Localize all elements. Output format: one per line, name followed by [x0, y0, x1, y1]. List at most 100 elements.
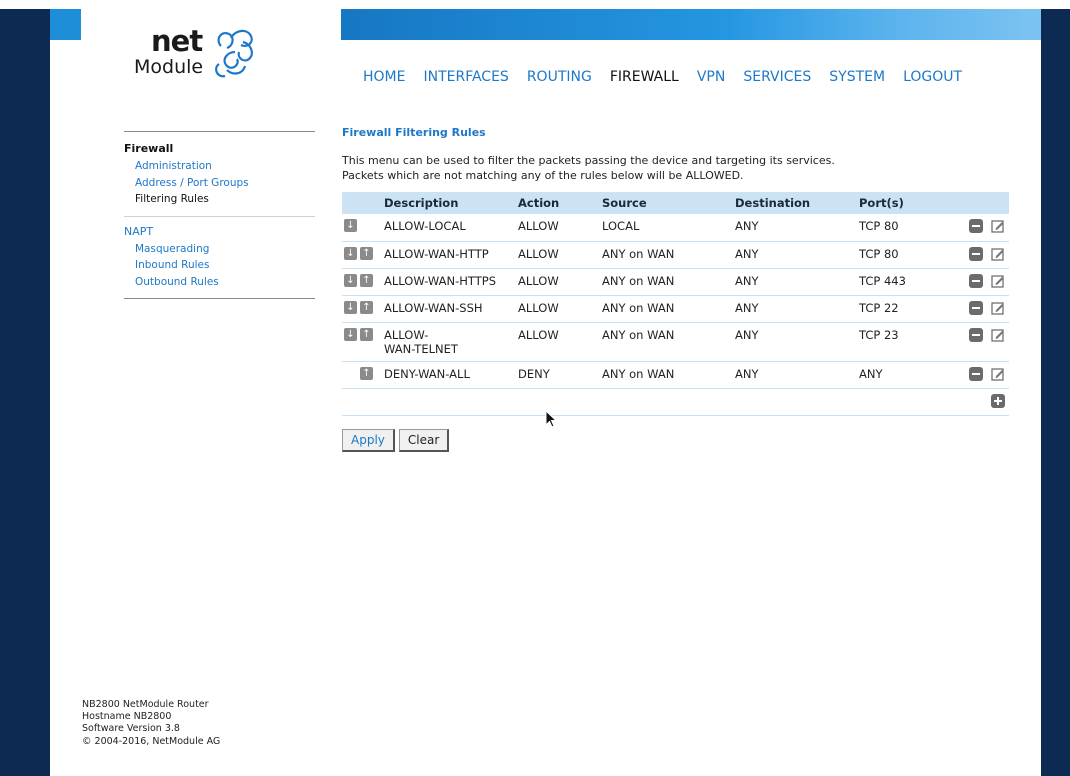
cell-source: LOCAL: [602, 214, 735, 242]
remove-icon[interactable]: [969, 327, 983, 342]
add-rule-icon[interactable]: [991, 393, 1005, 408]
device-model: NB2800 NetModule Router: [82, 699, 209, 710]
sidebar-item-administration[interactable]: Administration: [124, 158, 315, 175]
description-line: Packets which are not matching any of th…: [342, 169, 744, 182]
row-actions: [949, 241, 1009, 269]
move-down-icon[interactable]: ↓: [344, 246, 357, 260]
sidebar-item-inbound-rules[interactable]: Inbound Rules: [124, 257, 315, 274]
edit-icon[interactable]: [991, 367, 1005, 381]
cell-description: ALLOW-WAN-HTTPS: [384, 268, 518, 296]
sidebar-heading-napt[interactable]: NAPT: [124, 225, 315, 238]
software-version: Software Version 3.8: [82, 723, 180, 735]
nav-routing[interactable]: ROUTING: [527, 69, 592, 85]
move-up-icon[interactable]: ↑: [360, 327, 373, 341]
move-up-icon[interactable]: ↑: [360, 366, 373, 380]
cell-ports: TCP 80: [859, 214, 949, 242]
mouse-pointer-icon: [545, 410, 558, 428]
cell-source: ANY on WAN: [602, 268, 735, 296]
move-cell: ↓ ↑: [342, 322, 384, 362]
cell-destination: ANY: [735, 322, 859, 362]
cell-ports: TCP 443: [859, 268, 949, 296]
move-down-icon[interactable]: ↓: [344, 273, 357, 287]
remove-icon[interactable]: [969, 300, 983, 315]
row-actions: [949, 322, 1009, 362]
sidebar-heading-firewall[interactable]: Firewall: [124, 142, 315, 155]
form-buttons: Apply Clear: [342, 429, 450, 452]
header-action: Action: [518, 192, 602, 214]
description-line: This menu can be used to filter the pack…: [342, 154, 835, 167]
header-source: Source: [602, 192, 735, 214]
nav-vpn[interactable]: VPN: [697, 69, 726, 85]
sidebar-divider: [124, 298, 315, 299]
edit-icon[interactable]: [991, 274, 1005, 288]
table-row: ↓ ↑ ALLOW-WAN-SSH ALLOW ANY on WAN ANY TC…: [342, 295, 1009, 323]
description-line: WAN-TELNET: [384, 341, 458, 356]
cell-ports: ANY: [859, 361, 949, 389]
nav-system[interactable]: SYSTEM: [829, 69, 885, 85]
move-up-icon[interactable]: ↑: [360, 300, 373, 314]
sidebar-item-address-port-groups[interactable]: Address / Port Groups: [124, 175, 315, 192]
cell-destination: ANY: [735, 361, 859, 389]
remove-icon[interactable]: [969, 273, 983, 288]
table-row: ↓ ↑ ALLOW- WAN-TELNET ALLOW ANY on WAN AN…: [342, 322, 1009, 362]
sidebar-item-outbound-rules[interactable]: Outbound Rules: [124, 274, 315, 291]
table-row: ↓ ↑ ALLOW-WAN-HTTPS ALLOW ANY on WAN ANY …: [342, 268, 1009, 296]
copyright: © 2004-2016, NetModule AG: [82, 735, 221, 747]
nav-home[interactable]: HOME: [363, 69, 405, 85]
cell-destination: ANY: [735, 295, 859, 323]
edit-icon[interactable]: [991, 219, 1005, 233]
row-actions: [949, 361, 1009, 389]
edit-icon[interactable]: [991, 301, 1005, 315]
table-header-row: Description Action Source Destination Po…: [342, 192, 1009, 214]
nav-services[interactable]: SERVICES: [743, 69, 811, 85]
sidebar-section-napt: NAPT Masquerading Inbound Rules Outbound…: [124, 217, 315, 299]
move-up-icon[interactable]: ↑: [360, 246, 373, 260]
move-down-icon[interactable]: ↓: [344, 300, 357, 314]
frame-right: [1041, 9, 1070, 776]
move-cell: ↓ ↑: [342, 295, 384, 323]
cell-source: ANY on WAN: [602, 361, 735, 389]
remove-icon[interactable]: [969, 219, 983, 233]
cell-source: ANY on WAN: [602, 241, 735, 269]
logo-net-text: net: [151, 24, 203, 58]
page-description: This menu can be used to filter the pack…: [342, 153, 1010, 183]
row-actions: [949, 295, 1009, 323]
page-title: Firewall Filtering Rules: [342, 126, 486, 139]
header-move: [342, 192, 384, 214]
move-down-icon[interactable]: ↓: [344, 219, 357, 232]
add-row: [342, 388, 1009, 416]
frame-top: [0, 0, 1070, 9]
nav-firewall[interactable]: FIREWALL: [610, 69, 679, 85]
cell-destination: ANY: [735, 214, 859, 242]
sidebar: Firewall Administration Address / Port G…: [124, 131, 315, 299]
nav-interfaces[interactable]: INTERFACES: [423, 69, 508, 85]
cell-source: ANY on WAN: [602, 322, 735, 362]
remove-icon[interactable]: [969, 246, 983, 261]
cell-ports: TCP 22: [859, 295, 949, 323]
table-row: ↓ ALLOW-LOCAL ALLOW LOCAL ANY TCP 80: [342, 214, 1009, 242]
sidebar-section-firewall: Firewall Administration Address / Port G…: [124, 132, 315, 216]
apply-button[interactable]: Apply: [342, 429, 395, 452]
cell-description: ALLOW-WAN-SSH: [384, 295, 518, 323]
sidebar-item-masquerading[interactable]: Masquerading: [124, 241, 315, 258]
sidebar-item-filtering-rules[interactable]: Filtering Rules: [124, 191, 315, 208]
cell-description: ALLOW-WAN-HTTP: [384, 241, 518, 269]
move-down-icon[interactable]: ↓: [344, 327, 357, 341]
cell-action: ALLOW: [518, 214, 602, 242]
table-row: ↓ ↑ ALLOW-WAN-HTTP ALLOW ANY on WAN ANY T…: [342, 241, 1009, 269]
device-info: NB2800 NetModule Router Hostname NB2800 …: [82, 699, 220, 748]
clear-button[interactable]: Clear: [398, 429, 450, 452]
main-content: Firewall Filtering Rules This menu can b…: [342, 126, 1010, 416]
move-up-icon[interactable]: ↑: [360, 273, 373, 287]
header-description: Description: [384, 192, 518, 214]
banner-left: [50, 9, 81, 40]
edit-icon[interactable]: [991, 247, 1005, 261]
nav-logout[interactable]: LOGOUT: [903, 69, 962, 85]
remove-icon[interactable]: [969, 366, 983, 381]
device-hostname: Hostname NB2800: [82, 711, 172, 723]
edit-icon[interactable]: [991, 328, 1005, 342]
netmodule-logo[interactable]: net Module: [116, 24, 261, 86]
table-row: ↑ DENY-WAN-ALL DENY ANY on WAN ANY ANY: [342, 361, 1009, 389]
filtering-rules-table: Description Action Source Destination Po…: [342, 192, 1009, 416]
logo-knot-icon: [215, 29, 253, 78]
